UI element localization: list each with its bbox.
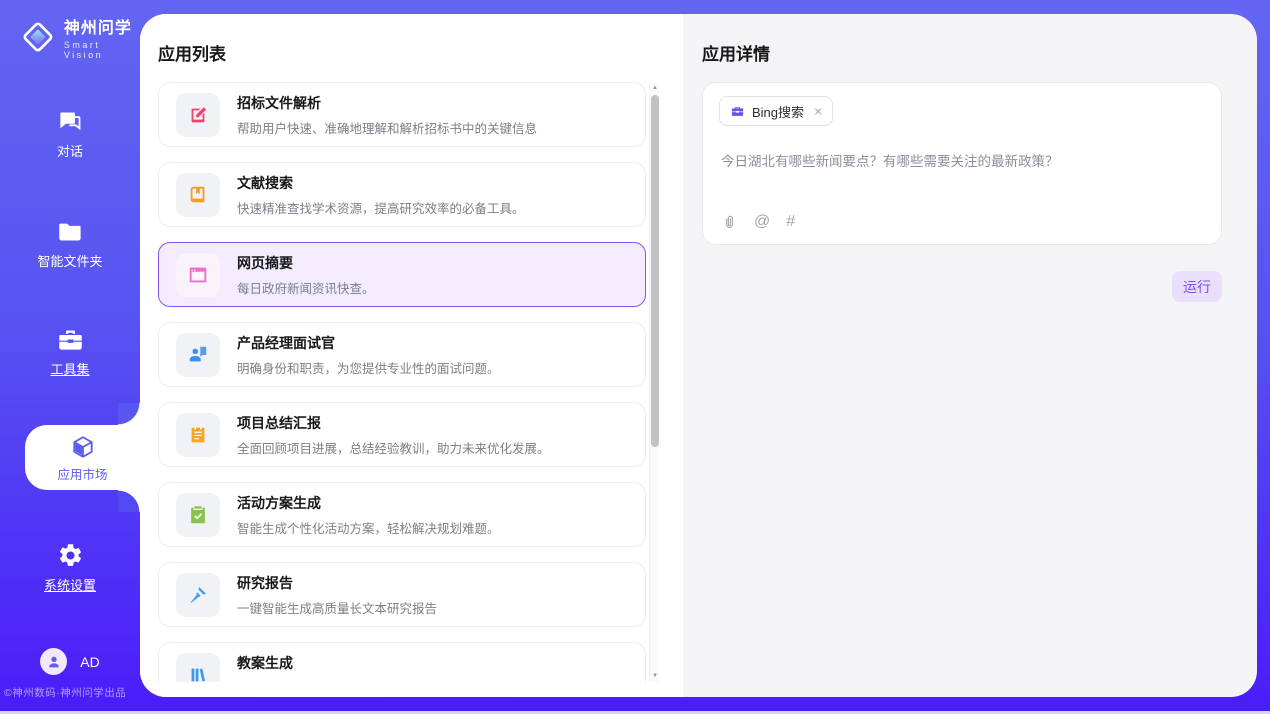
- sidebar: 神州问学 Smart Vision 对话智能文件夹工具集应用市场系统设置 AD …: [0, 0, 140, 714]
- pen-icon: [187, 584, 209, 606]
- main-content: 应用列表 招标文件解析帮助用户快速、准确地理解和解析招标书中的关键信息文献搜索快…: [140, 14, 1257, 697]
- prompt-card: Bing搜索 × 今日湖北有哪些新闻要点？有哪些需要关注的最新政策？ @ #: [702, 82, 1222, 245]
- app-description: 智能生成个性化活动方案，轻松解决规划难题。: [237, 518, 500, 537]
- user-account[interactable]: AD: [0, 648, 140, 675]
- app-description: 一键智能生成高质量长文本研究报告: [237, 598, 437, 617]
- app-description: 每日政府新闻资讯快查。: [237, 278, 375, 297]
- app-card[interactable]: 产品经理面试官明确身份和职责，为您提供专业性的面试问题。: [158, 322, 646, 387]
- app-icon-tile: [176, 653, 220, 683]
- app-name: 活动方案生成: [237, 493, 500, 513]
- notepad-icon: [187, 424, 209, 446]
- sidebar-item-label: 工具集: [0, 359, 140, 378]
- toolbox-icon: [57, 326, 84, 353]
- edit-square-icon: [187, 104, 209, 126]
- app-description: 模板驱动，教案秒成，教学准备从此轻松快捷: [237, 678, 487, 683]
- books-icon: [187, 664, 209, 683]
- app-name: 招标文件解析: [237, 93, 537, 113]
- app-card[interactable]: 教案生成模板驱动，教案秒成，教学准备从此轻松快捷: [158, 642, 646, 682]
- app-card[interactable]: 活动方案生成智能生成个性化活动方案，轻松解决规划难题。: [158, 482, 646, 547]
- app-name: 网页摘要: [237, 253, 375, 273]
- app-icon-tile: [176, 93, 220, 137]
- app-icon-tile: [176, 413, 220, 457]
- composer-toolbar: @ #: [721, 213, 795, 231]
- tool-tag-bing-search[interactable]: Bing搜索 ×: [719, 96, 833, 126]
- prompt-input[interactable]: 今日湖北有哪些新闻要点？有哪些需要关注的最新政策？: [721, 150, 1201, 170]
- scrollbar-thumb[interactable]: [651, 95, 659, 447]
- scrollbar[interactable]: ▲ ▼: [649, 82, 659, 682]
- app-list-panel: 应用列表 招标文件解析帮助用户快速、准确地理解和解析招标书中的关键信息文献搜索快…: [140, 14, 683, 697]
- sidebar-item-label: 智能文件夹: [0, 251, 140, 270]
- sidebar-item-folder[interactable]: 智能文件夹: [0, 218, 140, 270]
- copyright-footer: ©神州数码·神州问学出品: [0, 685, 150, 700]
- at-icon[interactable]: @: [754, 213, 770, 231]
- app-name: 文献搜索: [237, 173, 525, 193]
- scroll-down-icon[interactable]: ▼: [650, 670, 659, 682]
- book-icon: [187, 184, 209, 206]
- scroll-up-icon[interactable]: ▲: [650, 82, 659, 94]
- app-list-title: 应用列表: [158, 40, 226, 65]
- brand-name: 神州问学: [64, 14, 140, 38]
- paperclip-icon[interactable]: [721, 214, 738, 231]
- app-icon-tile: [176, 493, 220, 537]
- user-name: AD: [80, 654, 99, 670]
- tool-tag-label: Bing搜索: [752, 102, 804, 121]
- app-list-viewport: 招标文件解析帮助用户快速、准确地理解和解析招标书中的关键信息文献搜索快速精准查找…: [158, 82, 659, 682]
- app-card[interactable]: 网页摘要每日政府新闻资讯快查。: [158, 242, 646, 307]
- brand-subtitle: Smart Vision: [64, 40, 140, 60]
- app-description: 明确身份和职责，为您提供专业性的面试问题。: [237, 358, 500, 377]
- hash-icon[interactable]: #: [786, 213, 795, 231]
- app-icon-tile: [176, 573, 220, 617]
- app-card[interactable]: 文献搜索快速精准查找学术资源，提高研究效率的必备工具。: [158, 162, 646, 227]
- cube-icon: [70, 434, 96, 460]
- sidebar-item-label: 应用市场: [25, 464, 140, 483]
- app-icon-tile: [176, 253, 220, 297]
- gear-icon: [57, 542, 84, 569]
- app-card[interactable]: 项目总结汇报全面回顾项目进展，总结经验教训，助力未来优化发展。: [158, 402, 646, 467]
- app-name: 研究报告: [237, 573, 437, 593]
- sidebar-item-cube[interactable]: 应用市场: [25, 425, 140, 490]
- sidebar-item-gear[interactable]: 系统设置: [0, 542, 140, 594]
- browser-code-icon: [187, 264, 209, 286]
- interviewer-icon: [187, 344, 209, 366]
- person-icon: [46, 654, 62, 670]
- app-card[interactable]: 研究报告一键智能生成高质量长文本研究报告: [158, 562, 646, 627]
- sidebar-item-label: 对话: [0, 141, 140, 160]
- sidebar-item-chat[interactable]: 对话: [0, 108, 140, 160]
- app-description: 快速精准查找学术资源，提高研究效率的必备工具。: [237, 198, 525, 217]
- sidebar-item-toolbox[interactable]: 工具集: [0, 326, 140, 378]
- clipboard-check-icon: [187, 504, 209, 526]
- chat-icon: [57, 108, 84, 135]
- app-icon-tile: [176, 333, 220, 377]
- avatar: [40, 648, 67, 675]
- app-description: 帮助用户快速、准确地理解和解析招标书中的关键信息: [237, 118, 537, 137]
- app-name: 产品经理面试官: [237, 333, 500, 353]
- brand-logo: 神州问学 Smart Vision: [20, 14, 140, 60]
- app-detail-title: 应用详情: [702, 40, 770, 65]
- tag-close-icon[interactable]: ×: [814, 104, 822, 118]
- diamond-logo-icon: [20, 18, 56, 56]
- app-description: 全面回顾项目进展，总结经验教训，助力未来优化发展。: [237, 438, 550, 457]
- briefcase-icon: [730, 104, 745, 119]
- app-card[interactable]: 招标文件解析帮助用户快速、准确地理解和解析招标书中的关键信息: [158, 82, 646, 147]
- folder-icon: [57, 218, 84, 245]
- app-icon-tile: [176, 173, 220, 217]
- run-button[interactable]: 运行: [1172, 271, 1222, 302]
- sidebar-item-label: 系统设置: [0, 575, 140, 594]
- app-name: 教案生成: [237, 653, 487, 673]
- app-name: 项目总结汇报: [237, 413, 550, 433]
